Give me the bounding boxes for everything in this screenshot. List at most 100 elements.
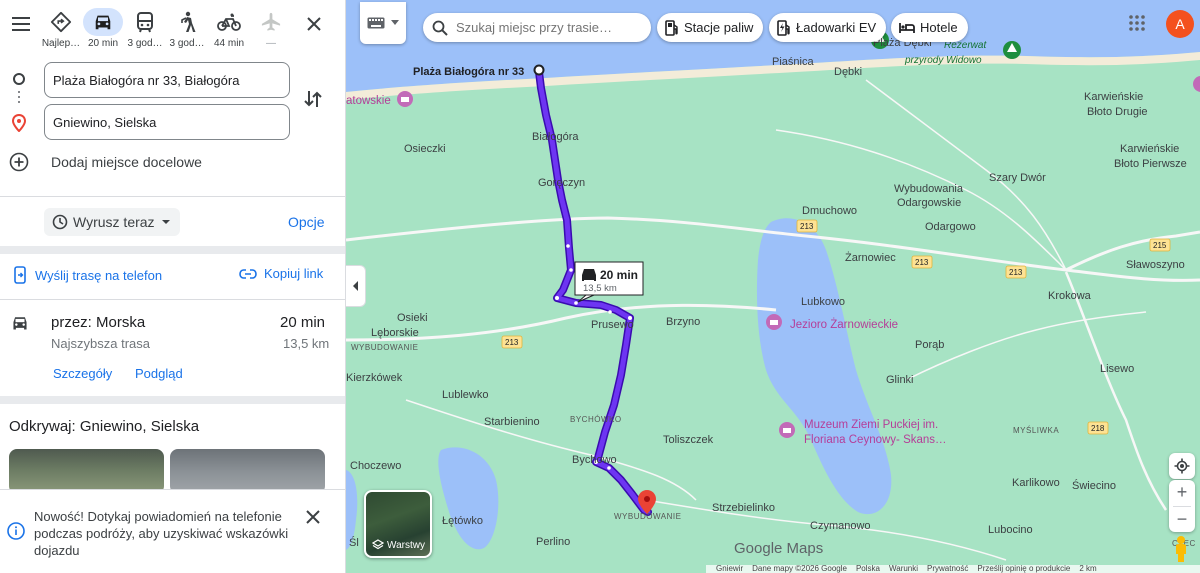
svg-text:215: 215 bbox=[1153, 241, 1167, 250]
add-destination-button[interactable]: Dodaj miejsce docelowe bbox=[9, 152, 202, 172]
footer-item: Gniewir bbox=[716, 565, 744, 573]
place-label: Perlino bbox=[536, 536, 570, 548]
footer-link[interactable]: Prywatność bbox=[927, 565, 968, 573]
notification-text: Nowość! Dotykaj powiadomień na telefonie… bbox=[34, 509, 289, 558]
footer-link[interactable]: Warunki bbox=[889, 565, 918, 573]
place-label: Osieki bbox=[397, 312, 428, 324]
layers-label: Warstwy bbox=[387, 539, 425, 551]
map-canvas[interactable]: 20 min 13,5 km Plaża Dębki Rezerwat przy… bbox=[346, 0, 1200, 573]
layers-button[interactable]: Warstwy bbox=[364, 490, 432, 558]
place-label: Lublewko bbox=[442, 389, 488, 401]
route-callout: 20 min 13,5 km bbox=[574, 261, 644, 303]
mode-label: — bbox=[266, 38, 276, 49]
place-label: Piaśnica bbox=[772, 56, 814, 68]
link-icon bbox=[239, 268, 257, 279]
place-label: Łętówko bbox=[442, 515, 483, 527]
explore-photo[interactable] bbox=[170, 449, 325, 494]
collapse-panel-button[interactable] bbox=[346, 265, 366, 307]
flight-icon bbox=[251, 8, 291, 36]
avatar[interactable]: A bbox=[1166, 10, 1194, 38]
road-shield: 218 bbox=[1087, 421, 1109, 435]
destination-input[interactable] bbox=[44, 104, 290, 140]
origin-input[interactable] bbox=[44, 62, 290, 98]
scale-bar[interactable]: 2 km bbox=[1079, 565, 1096, 573]
close-icon[interactable] bbox=[304, 508, 322, 531]
mode-walk[interactable]: 3 god… bbox=[166, 8, 208, 54]
callout-distance: 13,5 km bbox=[583, 283, 617, 294]
travel-modes: Najlep… 20 min 3 god… 3 god… 44 min — bbox=[40, 8, 292, 54]
explore-photo[interactable] bbox=[9, 449, 164, 494]
keyboard-button[interactable] bbox=[360, 2, 406, 44]
search-along-route bbox=[423, 13, 651, 42]
section-divider bbox=[0, 396, 345, 404]
route-distance: 13,5 km bbox=[283, 336, 330, 351]
notification-banner: Nowość! Dotykaj powiadomień na telefonie… bbox=[0, 489, 345, 573]
close-icon[interactable] bbox=[302, 12, 326, 36]
mode-label: 3 god… bbox=[169, 38, 205, 49]
place-label: Goręczyn bbox=[538, 177, 585, 189]
chip-hotels[interactable]: Hotele bbox=[891, 13, 968, 42]
route-origin-marker bbox=[533, 64, 545, 76]
send-to-phone-label: Wyślij trasę na telefon bbox=[35, 267, 163, 283]
phone-send-icon bbox=[14, 266, 26, 284]
apps-grid-icon[interactable] bbox=[1128, 14, 1146, 37]
send-to-phone-link[interactable]: Wyślij trasę na telefon bbox=[12, 266, 162, 284]
zoom-in-button[interactable]: + bbox=[1169, 480, 1195, 506]
mode-transit[interactable]: 3 god… bbox=[124, 8, 166, 54]
walk-icon bbox=[167, 8, 207, 36]
divider bbox=[0, 299, 345, 300]
layers-label-row: Warstwy bbox=[372, 539, 425, 551]
footer-link[interactable]: Prześlij opinię o produkcie bbox=[977, 565, 1070, 573]
copy-link-label: Kopiuj link bbox=[264, 266, 324, 281]
mode-flight[interactable]: — bbox=[250, 8, 292, 54]
depart-time-dropdown[interactable]: Wyrusz teraz bbox=[44, 208, 180, 236]
hotel-icon bbox=[899, 22, 915, 33]
place-label: Lęborskie bbox=[371, 327, 419, 339]
place-label: Żarnowiec bbox=[845, 251, 896, 264]
svg-text:213: 213 bbox=[800, 222, 814, 231]
preview-button[interactable]: Podgląd bbox=[135, 366, 183, 381]
menu-icon[interactable] bbox=[9, 12, 33, 36]
origin-circle-icon bbox=[13, 73, 25, 85]
place-label: Białogóra bbox=[532, 131, 579, 143]
mode-bike[interactable]: 44 min bbox=[208, 8, 250, 54]
chip-label: Hotele bbox=[920, 20, 958, 35]
place-label: Starbienino bbox=[484, 416, 540, 428]
clock-icon bbox=[52, 214, 68, 230]
pegman-icon[interactable] bbox=[1172, 535, 1190, 568]
footer-link[interactable]: Polska bbox=[856, 565, 880, 573]
my-location-button[interactable] bbox=[1169, 453, 1195, 479]
details-button[interactable]: Szczegóły bbox=[53, 366, 112, 381]
mode-label: 44 min bbox=[213, 38, 244, 49]
place-label: Kierzkówek bbox=[346, 372, 403, 384]
directions-panel: Najlep… 20 min 3 god… 3 god… 44 min — Pl… bbox=[0, 0, 346, 573]
place-label: WYBUDOWANIE bbox=[351, 343, 418, 352]
travel-mode-bar: Najlep… 20 min 3 god… 3 god… 44 min — bbox=[0, 0, 345, 60]
place-label: Lisewo bbox=[1100, 363, 1134, 375]
depart-label: Wyrusz teraz bbox=[73, 214, 155, 230]
place-label: Choczewo bbox=[350, 460, 401, 472]
route-title: przez: Morska bbox=[51, 314, 146, 331]
road-shield: 215 bbox=[1149, 238, 1171, 252]
place-label: BYCHÓWKO bbox=[570, 415, 622, 424]
place-label: Krokowa bbox=[1048, 290, 1092, 302]
copy-link-button[interactable]: Kopiuj link bbox=[239, 266, 323, 281]
mode-best[interactable]: Najlep… bbox=[40, 8, 82, 54]
caret-down-icon bbox=[391, 20, 399, 25]
place-label: Karwieńskie bbox=[1084, 91, 1143, 103]
map-graphics: 20 min 13,5 km Plaża Dębki Rezerwat przy… bbox=[346, 0, 1200, 561]
chip-label: Ładowarki EV bbox=[796, 20, 877, 35]
chip-ev-chargers[interactable]: Ładowarki EV bbox=[769, 13, 887, 42]
road-shield: 213 bbox=[501, 335, 523, 349]
mode-car[interactable]: 20 min bbox=[82, 8, 124, 54]
origin-label: Plaża Białogóra nr 33 bbox=[413, 66, 524, 78]
chip-gas-stations[interactable]: Stacje paliw bbox=[657, 13, 764, 42]
place-label: Odargowo bbox=[925, 221, 976, 233]
divider bbox=[0, 196, 345, 197]
zoom-out-button[interactable]: − bbox=[1169, 507, 1195, 533]
options-link[interactable]: Opcje bbox=[288, 214, 325, 230]
best-route-icon bbox=[41, 8, 81, 36]
search-input[interactable] bbox=[456, 20, 646, 35]
place-label: Strzebielinko bbox=[712, 502, 775, 514]
swap-icon[interactable] bbox=[302, 88, 324, 115]
